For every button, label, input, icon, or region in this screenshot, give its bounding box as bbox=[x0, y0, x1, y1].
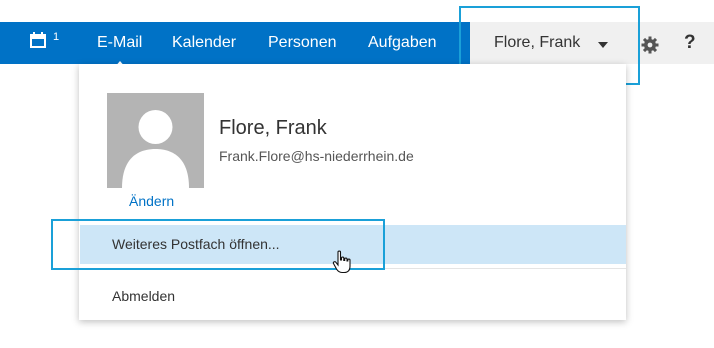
nav-calendar[interactable]: Kalender bbox=[172, 34, 236, 52]
profile-name: Flore, Frank bbox=[219, 117, 327, 139]
nav-tasks[interactable]: Aufgaben bbox=[368, 34, 437, 52]
menu-item-sign-out[interactable]: Abmelden bbox=[112, 288, 175, 304]
nav-people[interactable]: Personen bbox=[268, 34, 337, 52]
nav-email[interactable]: E-Mail bbox=[97, 34, 142, 68]
avatar[interactable] bbox=[107, 93, 204, 188]
gear-icon[interactable] bbox=[641, 36, 659, 54]
calendar-badge: 1 bbox=[53, 31, 60, 43]
profile-email: Frank.Flore@hs-niederrhein.de bbox=[219, 148, 414, 164]
person-icon bbox=[122, 110, 189, 188]
help-button[interactable]: ? bbox=[684, 32, 696, 54]
change-photo-link[interactable]: Ändern bbox=[129, 193, 174, 209]
calendar-icon[interactable] bbox=[30, 32, 46, 48]
hand-cursor-icon bbox=[332, 250, 351, 274]
